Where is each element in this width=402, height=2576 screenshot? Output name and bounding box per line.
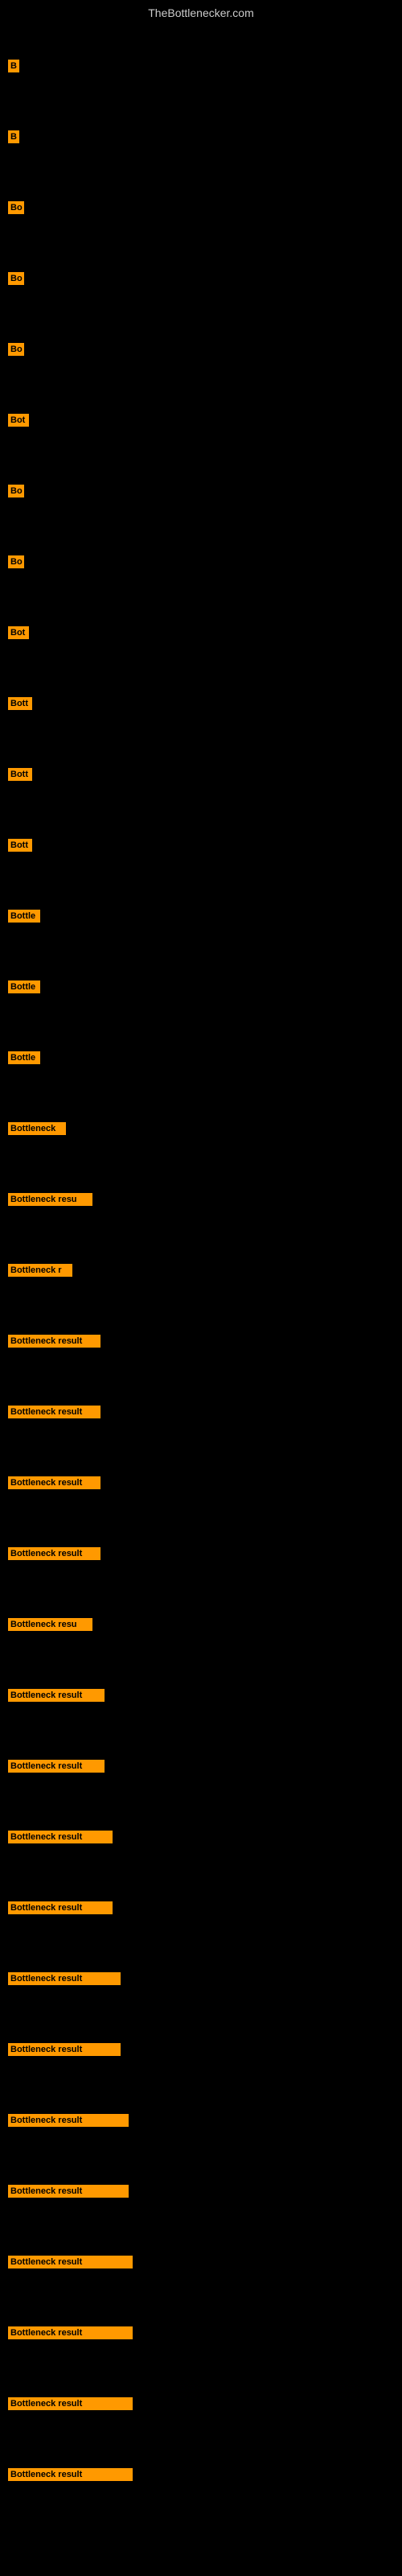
bar-label: Bottleneck: [8, 1122, 66, 1135]
bar-row: Bottle: [8, 1022, 394, 1093]
bar-label: Bottleneck result: [8, 1760, 105, 1773]
bar-label: B: [8, 60, 19, 72]
bar-row: Bottleneck result: [8, 1872, 394, 1943]
bar-row: Bottleneck result: [8, 1518, 394, 1589]
bar-label: Bot: [8, 414, 29, 427]
bar-label: Bottleneck result: [8, 1901, 113, 1914]
bar-row: Bottleneck result: [8, 1306, 394, 1377]
bar-label: Bottleneck r: [8, 1264, 72, 1277]
bar-row: Bottleneck result: [8, 2297, 394, 2368]
bar-label: Bo: [8, 485, 24, 497]
bar-label: Bottleneck result: [8, 1335, 100, 1348]
bar-label: Bottleneck result: [8, 1406, 100, 1418]
bar-row: Bottleneck result: [8, 2227, 394, 2297]
bar-row: Bott: [8, 810, 394, 881]
bar-row: Bottleneck result: [8, 2156, 394, 2227]
bars-container: B B Bo Bo Bo Bot Bo Bo Bot Bott Bott Bott Bottle Bott…: [0, 23, 402, 2510]
bar-row: Bottleneck result: [8, 1802, 394, 1872]
bar-row: Bottleneck r: [8, 1235, 394, 1306]
bar-row: Bottleneck result: [8, 1447, 394, 1518]
bar-row: Bot: [8, 597, 394, 668]
bar-row: Bottleneck result: [8, 1943, 394, 2014]
bar-label: Bottleneck result: [8, 2468, 133, 2481]
bar-label: Bo: [8, 272, 24, 285]
bar-row: B: [8, 31, 394, 101]
bar-label: Bottleneck result: [8, 1972, 121, 1985]
bar-row: Bottleneck result: [8, 1731, 394, 1802]
bar-label: Bo: [8, 555, 24, 568]
bar-row: Bo: [8, 314, 394, 385]
bar-label: Bottleneck resu: [8, 1618, 92, 1631]
bar-row: B: [8, 101, 394, 172]
bar-label: Bottleneck result: [8, 2185, 129, 2198]
bar-label: Bottle: [8, 910, 40, 923]
bar-label: Bottle: [8, 1051, 40, 1064]
bar-row: Bottleneck result: [8, 2014, 394, 2085]
bar-row: Bo: [8, 243, 394, 314]
bar-row: Bottleneck result: [8, 2085, 394, 2156]
bar-row: Bott: [8, 739, 394, 810]
bar-row: Bo: [8, 172, 394, 243]
bar-row: Bottleneck result: [8, 1377, 394, 1447]
site-title: TheBottlenecker.com: [0, 0, 402, 23]
bar-row: Bottleneck result: [8, 2439, 394, 2510]
bar-row: Bo: [8, 526, 394, 597]
bar-row: Bot: [8, 385, 394, 456]
bar-label: Bott: [8, 839, 32, 852]
bar-label: Bottleneck result: [8, 1547, 100, 1560]
bar-row: Bottleneck resu: [8, 1589, 394, 1660]
bar-label: Bottle: [8, 980, 40, 993]
bar-row: Bottleneck result: [8, 2368, 394, 2439]
bar-label: Bottleneck result: [8, 2326, 133, 2339]
bar-label: Bottleneck resu: [8, 1193, 92, 1206]
bar-label: Bottleneck result: [8, 1831, 113, 1843]
bar-label: Bott: [8, 768, 32, 781]
bar-label: Bo: [8, 343, 24, 356]
bar-label: Bottleneck result: [8, 1689, 105, 1702]
bar-label: Bott: [8, 697, 32, 710]
bar-label: Bo: [8, 201, 24, 214]
bar-row: Bottle: [8, 881, 394, 952]
bar-label: Bot: [8, 626, 29, 639]
bar-label: Bottleneck result: [8, 1476, 100, 1489]
bar-label: Bottleneck result: [8, 2397, 133, 2410]
bar-label: B: [8, 130, 19, 143]
bar-row: Bottleneck resu: [8, 1164, 394, 1235]
bar-row: Bottle: [8, 952, 394, 1022]
bar-row: Bo: [8, 456, 394, 526]
bar-row: Bott: [8, 668, 394, 739]
bar-row: Bottleneck: [8, 1093, 394, 1164]
bar-label: Bottleneck result: [8, 2114, 129, 2127]
bar-row: Bottleneck result: [8, 1660, 394, 1731]
bar-label: Bottleneck result: [8, 2043, 121, 2056]
bar-label: Bottleneck result: [8, 2256, 133, 2268]
